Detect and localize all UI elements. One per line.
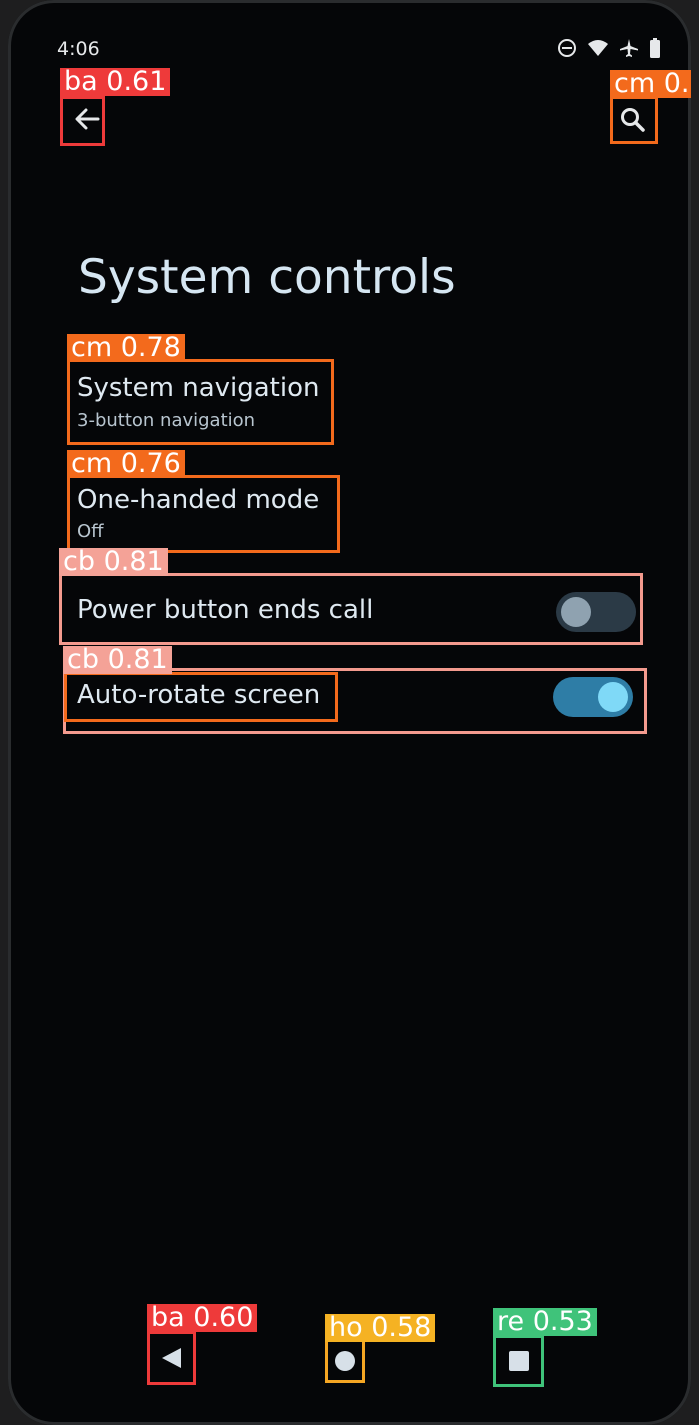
status-icons: [557, 38, 661, 62]
detection-label-search: cm 0.: [610, 70, 691, 98]
detection-box-one-handed-mode: [67, 475, 340, 553]
page-title: System controls: [78, 250, 456, 305]
detection-box-power-button: [59, 573, 643, 645]
detection-label-system-navigation: cm 0.78: [67, 334, 185, 362]
battery-icon: [649, 38, 661, 62]
status-time: 4:06: [57, 38, 100, 60]
airplane-icon: [619, 38, 639, 62]
detection-label-back: ba 0.61: [60, 68, 171, 96]
detection-label-nav-home: ho 0.58: [325, 1314, 436, 1342]
detection-label-auto-rotate: cb 0.81: [63, 646, 172, 674]
detection-label-nav-back: ba 0.60: [147, 1304, 258, 1332]
detection-label-power-button: cb 0.81: [59, 548, 168, 576]
detection-box-search: [610, 96, 658, 144]
detection-box-nav-back: [147, 1331, 196, 1385]
detection-box-system-navigation: [67, 359, 334, 445]
do-not-disturb-icon: [557, 38, 577, 62]
wifi-icon: [587, 39, 609, 61]
detection-label-nav-recents: re 0.53: [493, 1308, 597, 1336]
phone-screen: 4:06 ba 0.61 cm 0. System controls Syste…: [8, 0, 691, 1425]
detection-box-auto-rotate-label: [64, 672, 338, 722]
detection-label-one-handed-mode: cm 0.76: [67, 450, 185, 478]
detection-box-nav-recents: [493, 1335, 544, 1387]
detection-box-nav-home: [325, 1339, 365, 1383]
detection-box-back: [60, 96, 105, 146]
